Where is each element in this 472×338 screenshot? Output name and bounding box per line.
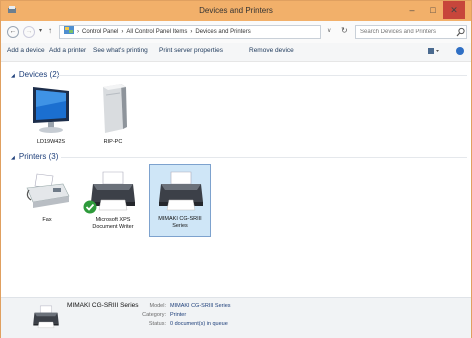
breadcrumb-separator: › xyxy=(121,29,124,35)
fax-icon xyxy=(26,173,70,208)
breadcrumb-devices-printers[interactable]: Devices and Printers xyxy=(195,29,250,35)
details-status-value: 0 document(s) in queue xyxy=(170,321,228,327)
devices-and-printers-window: Devices and Printers – □ ✕ ← → ▾ ↑ › Cont… xyxy=(0,0,472,338)
command-bar: Add a device Add a printer See what's pr… xyxy=(1,43,471,62)
group-label-printers: Printers (3) xyxy=(18,152,59,161)
default-printer-check-icon xyxy=(83,200,97,214)
maximize-button[interactable]: □ xyxy=(422,1,444,19)
breadcrumb-all-items[interactable]: All Control Panel Items xyxy=(126,29,187,35)
address-dropdown-icon[interactable]: ∨ xyxy=(327,27,331,34)
search-box[interactable] xyxy=(355,25,467,39)
group-divider xyxy=(61,157,467,158)
back-button[interactable]: ← xyxy=(7,26,19,38)
details-model-key: Model: xyxy=(149,303,166,309)
control-panel-icon xyxy=(64,26,74,34)
help-icon[interactable] xyxy=(456,47,464,55)
minimize-button[interactable]: – xyxy=(401,1,423,19)
device-label: LD19W42S xyxy=(36,139,66,145)
computer-tower-icon xyxy=(103,84,127,133)
monitor-icon xyxy=(33,87,69,133)
breadcrumb-separator: › xyxy=(77,29,79,35)
breadcrumb-separator: › xyxy=(190,29,193,35)
printer-icon xyxy=(33,305,59,328)
device-item-rip-pc[interactable]: RIP-PC xyxy=(83,83,143,155)
add-device-button[interactable]: Add a device xyxy=(7,47,45,54)
details-pane: MIMAKI CG-SRIII Series Model: MIMAKI CG-… xyxy=(1,297,471,338)
printer-item-mimaki-selected[interactable]: MIMAKI CG-SRIII Series xyxy=(149,164,211,237)
printer-item-xps-writer[interactable]: Microsoft XPS Document Writer xyxy=(83,166,143,238)
remove-device-button[interactable]: Remove device xyxy=(249,47,294,54)
details-status-key: Status: xyxy=(148,321,166,327)
device-label: RIP-PC xyxy=(103,139,123,145)
title-bar: Devices and Printers – □ ✕ xyxy=(1,1,471,21)
print-server-properties-button[interactable]: Print server properties xyxy=(159,47,223,54)
group-header-printers[interactable]: ◢ Printers (3) xyxy=(11,152,58,161)
up-arrow-icon[interactable]: ↑ xyxy=(48,26,52,35)
printer-icon xyxy=(159,171,203,211)
collapse-arrow-icon[interactable]: ◢ xyxy=(11,155,15,161)
device-item-monitor[interactable]: LD19W42S xyxy=(21,83,81,155)
details-category-key: Category: xyxy=(142,312,166,318)
collapse-arrow-icon[interactable]: ◢ xyxy=(11,73,15,79)
recent-locations-chevron-icon[interactable]: ▾ xyxy=(39,27,42,34)
printer-label: MIMAKI CG-SRIII Series xyxy=(158,216,202,229)
breadcrumb-control-panel[interactable]: Control Panel xyxy=(82,29,118,35)
add-printer-button[interactable]: Add a printer xyxy=(49,47,86,54)
details-model-value: MIMAKI CG-SRIII Series xyxy=(170,303,231,309)
group-divider xyxy=(57,75,467,76)
printer-label: Microsoft XPS Document Writer xyxy=(92,217,134,230)
address-bar: ← → ▾ ↑ › Control Panel › All Control Panel… xyxy=(1,21,471,43)
breadcrumb[interactable]: › Control Panel › All Control Panel Items › D… xyxy=(59,25,321,39)
change-view-icon[interactable] xyxy=(428,47,440,56)
details-category-value: Printer xyxy=(170,312,187,318)
search-icon[interactable] xyxy=(456,27,465,37)
printer-label: Fax xyxy=(42,217,52,223)
printer-item-fax[interactable]: Fax xyxy=(17,166,77,238)
refresh-icon[interactable]: ↻ xyxy=(341,26,348,35)
forward-button[interactable]: → xyxy=(23,26,35,38)
group-header-devices[interactable]: ◢ Devices (2) xyxy=(11,70,59,79)
see-whats-printing-button[interactable]: See what's printing xyxy=(93,47,148,54)
group-label-devices: Devices (2) xyxy=(18,70,60,79)
search-input[interactable] xyxy=(360,26,450,38)
close-button[interactable]: ✕ xyxy=(443,1,465,19)
